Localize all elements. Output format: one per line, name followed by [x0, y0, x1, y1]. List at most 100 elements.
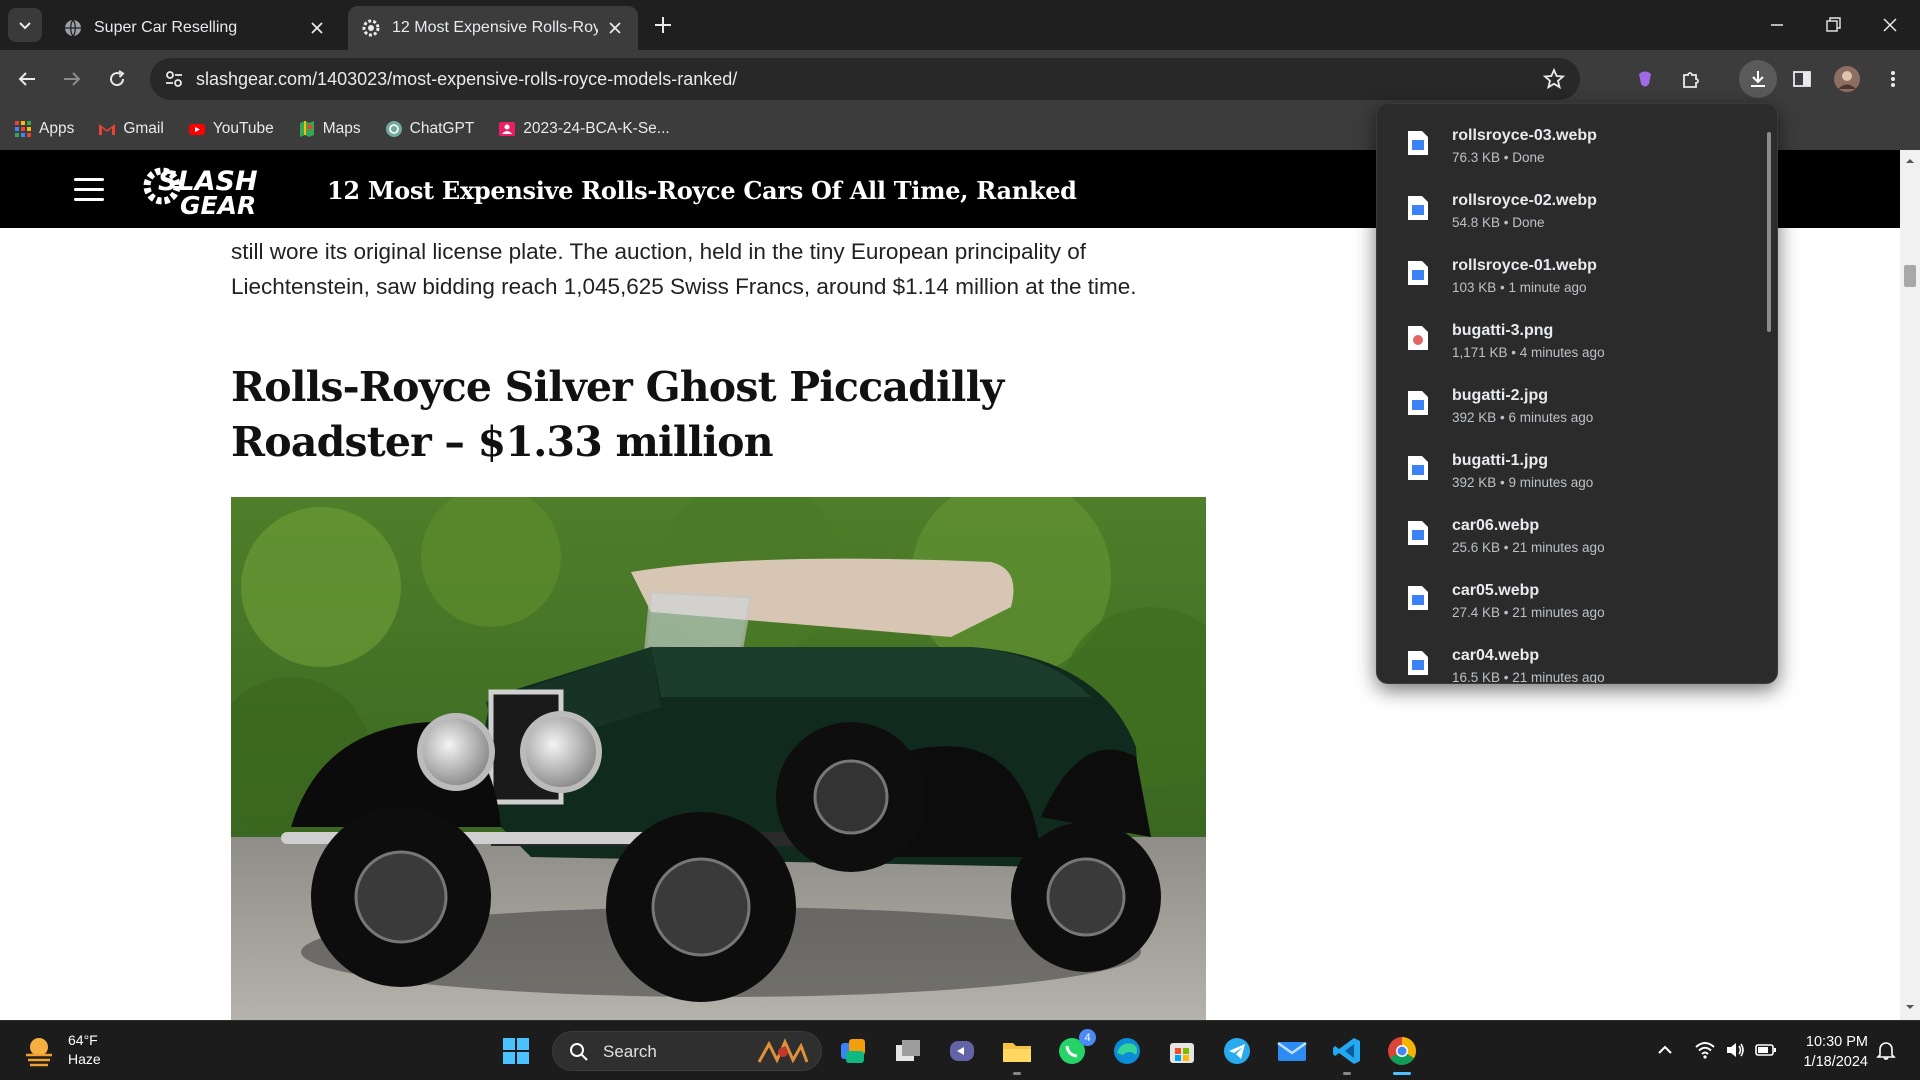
taskbar-app-whatsapp[interactable]: 4	[1054, 1029, 1096, 1069]
taskbar-app-store[interactable]	[1164, 1033, 1200, 1069]
bookmark-apps[interactable]: Apps	[14, 120, 74, 138]
taskbar-app-mail[interactable]	[1274, 1033, 1310, 1069]
taskbar-app-vscode[interactable]	[1329, 1033, 1365, 1075]
side-panel-icon	[1793, 71, 1811, 87]
profile-avatar[interactable]	[1832, 64, 1862, 94]
page-scrollbar[interactable]	[1900, 150, 1920, 1020]
download-item[interactable]: bugatti-3.png 1,171 KB • 4 minutes ago	[1377, 305, 1767, 370]
chrome-menu-button[interactable]	[1878, 64, 1908, 94]
bookmark-youtube[interactable]: YouTube	[188, 120, 274, 138]
image-file-icon	[1408, 586, 1428, 610]
taskbar-app-telegram[interactable]	[1219, 1033, 1255, 1069]
whatsapp-badge: 4	[1079, 1029, 1096, 1046]
clock-date: 1/18/2024	[1803, 1054, 1868, 1070]
tab-super-car-reselling[interactable]: Super Car Reselling	[50, 6, 340, 50]
edge-icon	[1114, 1038, 1140, 1064]
bookmark-bca[interactable]: 2023-24-BCA-K-Se...	[498, 120, 670, 138]
battery-icon[interactable]	[1755, 1039, 1777, 1061]
reload-icon	[110, 70, 125, 87]
hamburger-menu-button[interactable]	[74, 178, 104, 201]
chrome-icon	[1388, 1037, 1416, 1065]
copilot-extension-button[interactable]	[1630, 64, 1660, 94]
system-clock[interactable]: 10:30 PM 1/18/2024	[1796, 1032, 1868, 1072]
windows-taskbar: 64°F Haze Search 4 10:30 PM 1/18/2024	[0, 1020, 1920, 1080]
download-item[interactable]: car05.webp 27.4 KB • 21 minutes ago	[1377, 565, 1767, 630]
weather-widget[interactable]: 64°F Haze	[22, 1031, 101, 1069]
slashgear-favicon-icon	[362, 19, 380, 37]
scroll-down-icon[interactable]	[1905, 1002, 1915, 1012]
restore-icon[interactable]	[1820, 12, 1846, 38]
kebab-menu-icon	[1891, 71, 1895, 87]
close-window-icon[interactable]	[1877, 12, 1903, 38]
new-tab-icon[interactable]	[650, 12, 676, 38]
address-bar[interactable]: slashgear.com/1403023/most-expensive-rol…	[150, 58, 1580, 100]
photos-app-icon	[841, 1039, 865, 1063]
start-button[interactable]	[498, 1033, 534, 1069]
taskbar-app-task-view[interactable]	[890, 1033, 926, 1069]
taskbar-app-chrome[interactable]	[1384, 1033, 1420, 1075]
svg-text:GEAR: GEAR	[180, 191, 256, 218]
article-body: still wore its original license plate. T…	[231, 228, 1231, 470]
download-item[interactable]: car04.webp 16.5 KB • 21 minutes ago	[1377, 630, 1767, 683]
bookmark-maps[interactable]: Maps	[298, 120, 361, 138]
volume-icon[interactable]	[1724, 1039, 1746, 1061]
back-button[interactable]	[12, 64, 42, 94]
downloads-button[interactable]	[1739, 60, 1777, 98]
wifi-icon[interactable]	[1694, 1039, 1716, 1061]
vscode-icon	[1333, 1038, 1360, 1064]
telegram-icon	[1224, 1038, 1250, 1064]
browser-toolbar: slashgear.com/1403023/most-expensive-rol…	[0, 50, 1920, 108]
tab-title: Super Car Reselling	[94, 19, 238, 36]
tab-rolls-royce[interactable]: 12 Most Expensive Rolls-Royce	[348, 6, 638, 50]
rolls-royce-car-image	[231, 497, 1206, 1020]
weather-desc: Haze	[68, 1051, 101, 1067]
task-view-icon	[896, 1040, 920, 1061]
download-item[interactable]: bugatti-1.jpg 392 KB • 9 minutes ago	[1377, 435, 1767, 500]
section-heading: Rolls-Royce Silver Ghost Piccadilly Road…	[231, 363, 1004, 466]
reload-button[interactable]	[102, 64, 132, 94]
bookmark-gmail[interactable]: Gmail	[98, 120, 164, 138]
extensions-button[interactable]	[1676, 64, 1706, 94]
taskbar-app-widgets[interactable]	[836, 1033, 872, 1069]
minimize-icon[interactable]	[1764, 12, 1790, 38]
download-item[interactable]: car06.webp 25.6 KB • 21 minutes ago	[1377, 500, 1767, 565]
taskbar-app-edge[interactable]	[1109, 1033, 1145, 1069]
tab-search-button[interactable]	[8, 8, 42, 42]
download-item[interactable]: bugatti-2.jpg 392 KB • 6 minutes ago	[1377, 370, 1767, 435]
scroll-thumb[interactable]	[1904, 265, 1916, 287]
png-file-icon	[1408, 326, 1428, 350]
image-file-icon	[1408, 456, 1428, 480]
taskbar-app-file-explorer[interactable]	[999, 1033, 1035, 1075]
scroll-up-icon[interactable]	[1905, 156, 1915, 166]
apps-grid-icon	[15, 121, 31, 137]
weather-temp: 64°F	[68, 1032, 98, 1048]
site-info-icon[interactable]	[160, 65, 188, 93]
download-item[interactable]: rollsroyce-01.webp 103 KB • 1 minute ago	[1377, 240, 1767, 305]
downloads-scrollbar[interactable]	[1767, 132, 1771, 332]
clock-time: 10:30 PM	[1805, 1034, 1868, 1050]
close-icon[interactable]	[606, 19, 624, 37]
youtube-icon	[188, 124, 205, 135]
bookmark-star-icon[interactable]	[1542, 67, 1566, 91]
taskbar-search[interactable]: Search	[552, 1031, 822, 1071]
notification-bell-icon[interactable]	[1875, 1039, 1897, 1061]
search-icon	[570, 1043, 588, 1061]
slashgear-logo[interactable]: SLASH GEAR	[140, 162, 290, 218]
url-text[interactable]: slashgear.com/1403023/most-expensive-rol…	[196, 69, 737, 90]
chevron-up-icon[interactable]	[1654, 1039, 1676, 1061]
haze-sun-icon	[26, 1038, 52, 1067]
downloads-bubble: rollsroyce-03.webp 76.3 KB • Done rollsr…	[1376, 103, 1778, 684]
side-panel-button[interactable]	[1787, 64, 1817, 94]
download-item[interactable]: rollsroyce-03.webp 76.3 KB • Done	[1377, 110, 1767, 175]
image-file-icon	[1408, 261, 1428, 285]
bookmark-chatgpt[interactable]: ChatGPT	[385, 120, 474, 138]
taskbar-app-teams[interactable]	[944, 1033, 980, 1069]
search-highlight-icon	[757, 1038, 809, 1064]
image-file-icon	[1408, 651, 1428, 675]
chatgpt-icon	[385, 121, 402, 137]
tab-strip: Super Car Reselling 12 Most Expensive Ro…	[0, 0, 1920, 50]
puzzle-icon	[1683, 72, 1699, 88]
forward-button[interactable]	[57, 64, 87, 94]
close-icon[interactable]	[308, 19, 326, 37]
download-item[interactable]: rollsroyce-02.webp 54.8 KB • Done	[1377, 175, 1767, 240]
